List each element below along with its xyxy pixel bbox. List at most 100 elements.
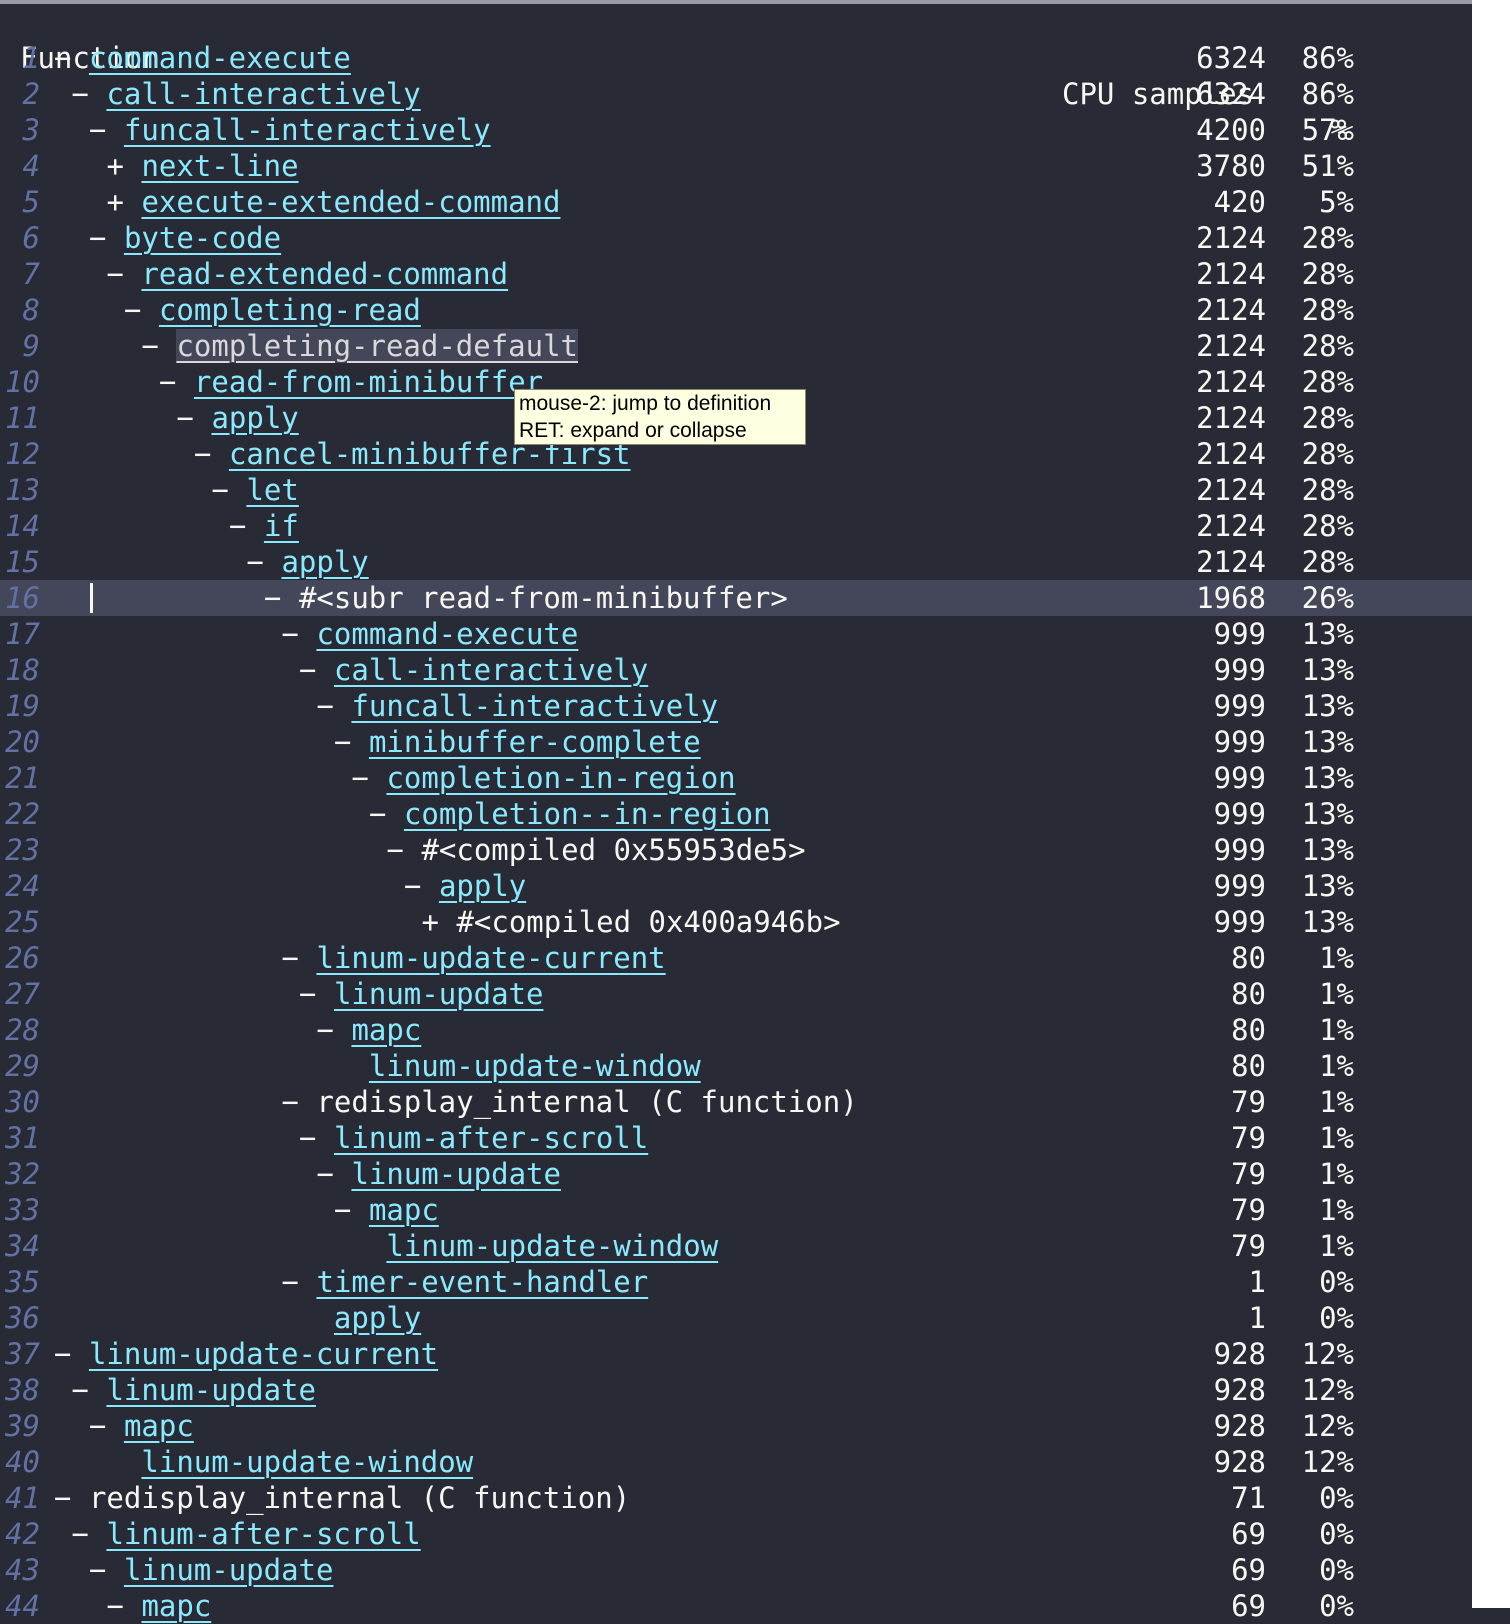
collapse-toggle[interactable]: − — [299, 1121, 316, 1155]
function-link[interactable]: apply — [281, 545, 368, 579]
collapse-toggle[interactable]: − — [177, 401, 194, 435]
table-row[interactable]: 19 − funcall-interactively 999 13% — [0, 688, 1472, 724]
collapse-toggle[interactable]: − — [282, 617, 299, 651]
collapse-toggle[interactable]: − — [282, 1265, 299, 1299]
collapse-toggle[interactable]: − — [334, 725, 351, 759]
function-link[interactable]: apply — [439, 869, 526, 903]
table-row[interactable]: 5 + execute-extended-command 420 5% — [0, 184, 1472, 220]
table-row[interactable]: 1− command-execute 6324 86% — [0, 40, 1472, 76]
table-row[interactable]: 15 − apply 2124 28% — [0, 544, 1472, 580]
function-link[interactable]: minibuffer-complete — [369, 725, 701, 759]
collapse-toggle[interactable]: − — [247, 545, 264, 579]
table-row[interactable]: 44 − mapc 69 0% — [0, 1588, 1472, 1624]
collapse-toggle[interactable]: − — [89, 1553, 106, 1587]
table-row[interactable]: 42− linum-after-scroll 69 0% — [0, 1516, 1472, 1552]
function-link[interactable]: completing-read — [159, 293, 421, 327]
collapse-toggle[interactable]: − — [352, 761, 369, 795]
table-row[interactable]: 39 − mapc 928 12% — [0, 1408, 1472, 1444]
collapse-toggle[interactable]: − — [404, 869, 421, 903]
table-row[interactable]: 34 linum-update-window 79 1% — [0, 1228, 1472, 1264]
table-row[interactable]: 28 − mapc 80 1% — [0, 1012, 1472, 1048]
table-row[interactable]: 27 − linum-update 80 1% — [0, 976, 1472, 1012]
table-row[interactable]: 32 − linum-update 79 1% — [0, 1156, 1472, 1192]
table-row[interactable]: 40 linum-update-window 928 12% — [0, 1444, 1472, 1480]
collapse-toggle[interactable]: − — [107, 1589, 124, 1623]
function-link[interactable]: linum-after-scroll — [106, 1517, 420, 1551]
collapse-toggle[interactable]: − — [124, 293, 141, 327]
function-link[interactable]: linum-update-current — [316, 941, 665, 975]
function-link[interactable]: call-interactively — [106, 77, 420, 111]
function-link[interactable]: byte-code — [124, 221, 281, 255]
table-row[interactable]: 41− redisplay_internal (C function) 71 0% — [0, 1480, 1472, 1516]
table-row[interactable]: 37− linum-update-current 928 12% — [0, 1336, 1472, 1372]
function-link[interactable]: call-interactively — [334, 653, 648, 687]
table-row[interactable]: 9 − completing-read-default 2124 28% — [0, 328, 1472, 364]
collapse-toggle[interactable]: − — [212, 473, 229, 507]
table-row[interactable]: 21 − completion-in-region 999 13% — [0, 760, 1472, 796]
collapse-toggle[interactable]: − — [54, 41, 71, 75]
table-row[interactable]: 33 − mapc 79 1% — [0, 1192, 1472, 1228]
table-row[interactable]: 18 − call-interactively 999 13% — [0, 652, 1472, 688]
function-link[interactable]: mapc — [124, 1409, 194, 1443]
collapse-toggle[interactable]: − — [387, 833, 404, 867]
function-link[interactable]: linum-update-window — [141, 1445, 473, 1479]
expand-toggle[interactable]: + — [422, 905, 439, 939]
table-row[interactable]: 38− linum-update 928 12% — [0, 1372, 1472, 1408]
function-link[interactable]: linum-update — [124, 1553, 334, 1587]
function-link[interactable]: linum-update — [351, 1157, 561, 1191]
function-link[interactable]: linum-after-scroll — [334, 1121, 648, 1155]
collapse-toggle[interactable]: − — [159, 365, 176, 399]
collapse-toggle[interactable]: − — [194, 437, 211, 471]
table-row[interactable]: 14 − if 2124 28% — [0, 508, 1472, 544]
function-link[interactable]: funcall-interactively — [124, 113, 491, 147]
collapse-toggle[interactable]: − — [142, 329, 159, 363]
table-row[interactable]: 35 − timer-event-handler 1 0% — [0, 1264, 1472, 1300]
function-link[interactable]: read-extended-command — [141, 257, 508, 291]
table-row[interactable]: 23 − #<compiled 0x55953de5> 999 13% — [0, 832, 1472, 868]
collapse-toggle[interactable]: − — [299, 977, 316, 1011]
function-link[interactable]: timer-event-handler — [316, 1265, 648, 1299]
function-link[interactable]: next-line — [141, 149, 298, 183]
function-link[interactable]: read-from-minibuffer — [194, 365, 543, 399]
function-link[interactable]: execute-extended-command — [141, 185, 560, 219]
function-link[interactable]: if — [264, 509, 299, 543]
collapse-toggle[interactable]: − — [282, 1085, 299, 1119]
expand-toggle[interactable]: + — [107, 149, 124, 183]
table-row[interactable]: 13 − let 2124 28% — [0, 472, 1472, 508]
function-link[interactable]: command-execute — [316, 617, 578, 651]
function-link[interactable]: apply — [334, 1301, 421, 1335]
table-row[interactable]: 2− call-interactively 6324 86% — [0, 76, 1472, 112]
table-row[interactable]: 36 apply 1 0% — [0, 1300, 1472, 1336]
collapse-toggle[interactable]: − — [369, 797, 386, 831]
collapse-toggle[interactable]: − — [317, 1157, 334, 1191]
function-link[interactable]: mapc — [369, 1193, 439, 1227]
function-link[interactable]: apply — [211, 401, 298, 435]
function-link[interactable]: funcall-interactively — [351, 689, 718, 723]
function-link[interactable]: let — [246, 473, 298, 507]
table-row[interactable]: 25 + #<compiled 0x400a946b> 999 13% — [0, 904, 1472, 940]
function-link[interactable]: command-execute — [89, 41, 351, 75]
table-row[interactable]: 3 − funcall-interactively 4200 57% — [0, 112, 1472, 148]
table-row[interactable]: 20 − minibuffer-complete 999 13% — [0, 724, 1472, 760]
expand-toggle[interactable]: + — [107, 185, 124, 219]
collapse-toggle[interactable]: − — [72, 77, 89, 111]
function-link[interactable]: completion-in-region — [386, 761, 735, 795]
collapse-toggle[interactable]: − — [317, 1013, 334, 1047]
collapse-toggle[interactable]: − — [107, 257, 124, 291]
collapse-toggle[interactable]: − — [89, 221, 106, 255]
collapse-toggle[interactable]: − — [54, 1481, 71, 1515]
table-row[interactable]: 7 − read-extended-command 2124 28% — [0, 256, 1472, 292]
collapse-toggle[interactable]: − — [334, 1193, 351, 1227]
table-row[interactable]: 29 linum-update-window 80 1% — [0, 1048, 1472, 1084]
table-row[interactable]: 24 − apply 999 13% — [0, 868, 1472, 904]
table-row[interactable]: 31 − linum-after-scroll 79 1% — [0, 1120, 1472, 1156]
table-row[interactable]: 30 − redisplay_internal (C function) 79 1% — [0, 1084, 1472, 1120]
collapse-toggle[interactable]: − — [72, 1517, 89, 1551]
function-link[interactable]: linum-update-window — [369, 1049, 701, 1083]
function-link[interactable]: linum-update — [106, 1373, 316, 1407]
collapse-toggle[interactable]: − — [264, 581, 281, 615]
collapse-toggle[interactable]: − — [229, 509, 246, 543]
collapse-toggle[interactable]: − — [89, 1409, 106, 1443]
function-link[interactable]: mapc — [351, 1013, 421, 1047]
table-row[interactable]: 26 − linum-update-current 80 1% — [0, 940, 1472, 976]
